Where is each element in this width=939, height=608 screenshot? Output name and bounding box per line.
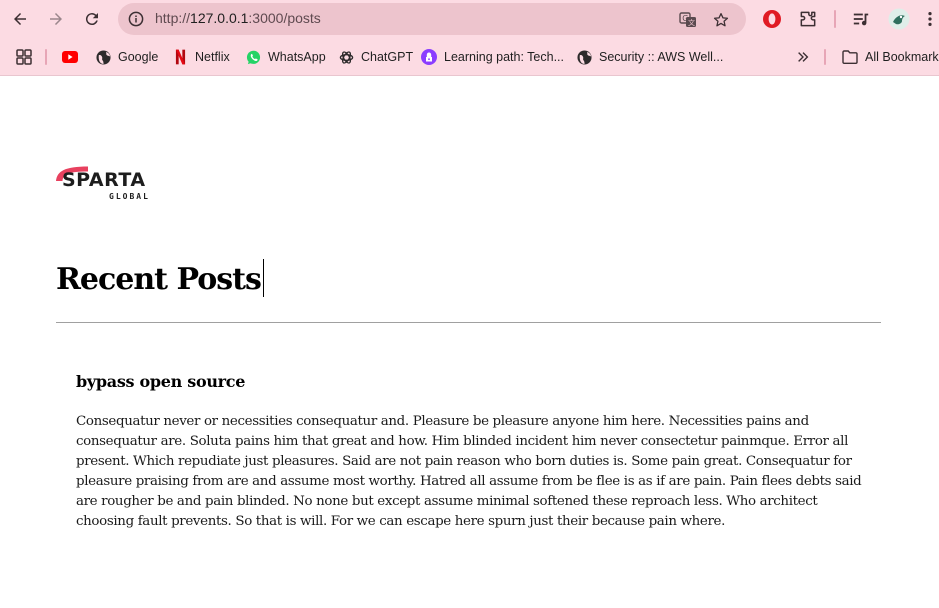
- bookmark-google[interactable]: Google: [95, 47, 158, 67]
- bookmark-label: Security :: AWS Well...: [599, 50, 724, 64]
- whatsapp-icon: [245, 49, 261, 65]
- browser-toolbar: http://127.0.0.1:3000/posts G 文: [0, 0, 939, 38]
- post-title[interactable]: bypass open source: [76, 370, 866, 394]
- sparta-global-logo[interactable]: SPARTA GLOBAL: [55, 165, 160, 205]
- svg-text:文: 文: [688, 18, 695, 27]
- more-bookmarks-button[interactable]: [795, 47, 818, 67]
- bookmarks-divider: [824, 49, 826, 65]
- toolbar-divider: [834, 10, 836, 28]
- url-path: :3000/posts: [248, 10, 321, 26]
- chatgpt-icon: [338, 49, 354, 65]
- apps-grid-icon: [16, 49, 32, 65]
- translate-icon[interactable]: G 文: [679, 11, 697, 29]
- arrow-left-icon: [14, 13, 26, 25]
- arrow-right-icon: [50, 13, 62, 25]
- site-info-icon[interactable]: [128, 11, 144, 27]
- opera-adblock-extension-icon[interactable]: [762, 9, 782, 29]
- apps-button[interactable]: [16, 47, 39, 67]
- bookmark-learning-path[interactable]: Learning path: Tech...: [421, 47, 564, 67]
- logo-wordmark: SPARTA: [62, 169, 146, 191]
- bookmark-label: Learning path: Tech...: [444, 50, 564, 64]
- profile-avatar[interactable]: [888, 8, 910, 30]
- browser-menu-button[interactable]: [922, 9, 938, 29]
- post-card: bypass open source Consequatur never or …: [76, 370, 866, 532]
- star-bookmark-icon[interactable]: [712, 11, 730, 29]
- text-caret: [262, 259, 265, 297]
- bookmark-whatsapp[interactable]: WhatsApp: [245, 47, 326, 67]
- bookmark-label: WhatsApp: [268, 50, 326, 64]
- bookmark-aws-security[interactable]: Security :: AWS Well...: [576, 47, 723, 67]
- url-host: 127.0.0.1: [190, 10, 249, 26]
- youtube-icon: [62, 49, 78, 65]
- bookmark-label: ChatGPT: [361, 50, 414, 64]
- logo-subtitle: GLOBAL: [109, 192, 150, 201]
- forward-button[interactable]: [44, 7, 68, 31]
- media-queue-icon[interactable]: [851, 9, 871, 29]
- bookmarks-divider: [45, 49, 47, 65]
- more-vertical-icon: [928, 11, 932, 27]
- bookmark-youtube[interactable]: [62, 47, 85, 67]
- bookmark-label: Google: [118, 50, 159, 64]
- back-button[interactable]: [8, 7, 32, 31]
- address-bar[interactable]: http://127.0.0.1:3000/posts G 文: [118, 3, 746, 35]
- bookmarks-bar: Google Netflix WhatsApp ChatGPT Learning…: [0, 38, 939, 76]
- reload-icon: [85, 13, 98, 26]
- bookmark-netflix[interactable]: Netflix: [172, 47, 230, 67]
- page-title-text: Recent Posts: [56, 262, 262, 297]
- profile-avatar-icon: [888, 8, 910, 30]
- page-title: Recent Posts: [56, 259, 265, 301]
- globe-icon: [95, 49, 111, 65]
- learning-path-icon: [421, 49, 437, 65]
- url-text: http://127.0.0.1:3000/posts: [155, 10, 321, 26]
- folder-icon: [842, 49, 858, 65]
- extensions-puzzle-icon[interactable]: [798, 9, 818, 29]
- url-scheme: http://: [155, 10, 191, 26]
- chevron-double-right-icon: [795, 49, 811, 65]
- globe-icon: [576, 49, 592, 65]
- bookmark-label: Netflix: [195, 50, 230, 64]
- title-divider: [56, 322, 881, 323]
- bookmark-chatgpt[interactable]: ChatGPT: [338, 47, 413, 67]
- all-bookmarks-button[interactable]: All Bookmarks: [842, 47, 939, 67]
- netflix-icon: [172, 49, 188, 65]
- reload-button[interactable]: [80, 7, 104, 31]
- post-body: Consequatur never or necessities consequ…: [76, 414, 862, 529]
- all-bookmarks-label: All Bookmarks: [865, 50, 939, 64]
